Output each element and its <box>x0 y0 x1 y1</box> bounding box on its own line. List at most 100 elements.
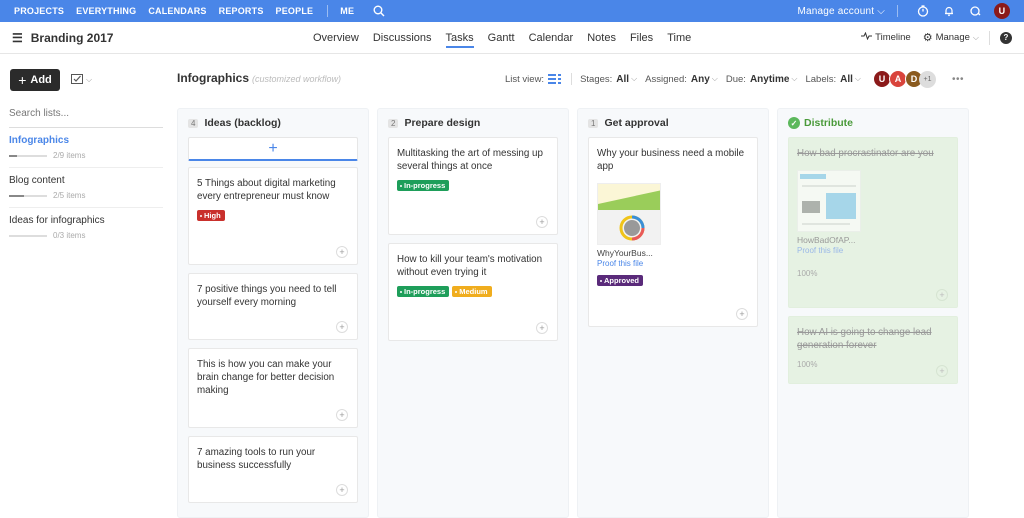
task-card[interactable]: 7 amazing tools to run your business suc… <box>188 436 358 503</box>
nav-calendars[interactable]: CALENDARS <box>148 6 206 16</box>
manage-account-menu[interactable]: Manage account ⌵ <box>797 6 885 17</box>
timeline-button[interactable]: Timeline <box>861 31 911 43</box>
timer-icon[interactable] <box>916 4 930 18</box>
sidebar-list-item[interactable]: Blog content 2/5 items <box>9 168 163 208</box>
nav-everything[interactable]: EVERYTHING <box>76 6 136 16</box>
task-title: Why your business need a mobile app <box>597 148 745 172</box>
timeline-label: Timeline <box>875 32 911 43</box>
task-card[interactable]: 7 positive things you need to tell yours… <box>188 273 358 340</box>
search-lists-input[interactable]: Search lists... <box>9 108 163 128</box>
card-add-icon[interactable]: + <box>736 308 748 320</box>
column-title: Get approval <box>604 117 669 129</box>
proof-file-link[interactable]: Proof this file <box>597 259 749 268</box>
file-name[interactable]: HowBadOfAP... <box>797 235 949 245</box>
task-card[interactable]: Multitasking the art of messing up sever… <box>388 137 558 235</box>
list-item-name: Blog content <box>9 175 65 186</box>
help-icon[interactable]: ? <box>1000 31 1012 44</box>
task-title: 7 positive things you need to tell yours… <box>197 284 337 308</box>
card-add-icon[interactable]: + <box>936 365 948 377</box>
sidebar-list-item[interactable]: Ideas for infographics 0/3 items <box>9 208 163 248</box>
tab-discussions[interactable]: Discussions <box>373 22 432 54</box>
task-filter-menu[interactable]: ⌵ <box>71 73 92 87</box>
assigned-filter[interactable]: Any <box>691 74 710 85</box>
search-icon[interactable] <box>372 4 386 18</box>
file-thumbnail[interactable] <box>597 183 661 245</box>
task-card[interactable]: How to kill your team's motivation witho… <box>388 243 558 341</box>
labels-filter[interactable]: All <box>840 74 853 85</box>
plus-icon: + <box>18 72 27 88</box>
card-add-icon[interactable]: + <box>336 246 348 258</box>
tab-overview[interactable]: Overview <box>313 22 359 54</box>
tab-gantt[interactable]: Gantt <box>488 22 515 54</box>
add-task-button[interactable]: + <box>188 137 358 161</box>
task-card[interactable]: How bad procrastinator are you HowBadOfA… <box>788 137 958 308</box>
tab-time[interactable]: Time <box>667 22 691 54</box>
manage-menu[interactable]: ⚙ Manage ⌵ <box>923 31 979 44</box>
list-view-icon[interactable] <box>548 74 562 84</box>
tab-notes[interactable]: Notes <box>587 22 616 54</box>
list-item-name: Infographics <box>9 135 70 146</box>
sidebar-list-item[interactable]: Infographics 2/9 items <box>9 128 163 168</box>
task-card[interactable]: This is how you can make your brain chan… <box>188 348 358 428</box>
nav-divider <box>897 5 898 17</box>
list-name: Infographics <box>177 71 250 85</box>
chevron-down-icon: ⌵ <box>972 32 979 42</box>
task-card[interactable]: Why your business need a mobile app WhyY… <box>588 137 758 327</box>
tab-calendar[interactable]: Calendar <box>529 22 574 54</box>
task-card[interactable]: 5 Things about digital marketing every e… <box>188 167 358 265</box>
column-header: ✓ Distribute <box>788 115 958 131</box>
plus-icon: + <box>268 139 278 157</box>
list-progress-bar <box>9 194 47 197</box>
card-add-icon[interactable]: + <box>336 484 348 496</box>
add-button[interactable]: + Add <box>10 69 60 91</box>
list-item-count: 2/9 items <box>53 151 86 160</box>
nav-people[interactable]: PEOPLE <box>276 6 314 16</box>
header-divider <box>989 30 990 45</box>
due-filter[interactable]: Anytime <box>750 74 789 85</box>
hamburger-menu-icon[interactable]: ☰ <box>12 31 23 45</box>
filters-bar: List view: Stages: All ⌵ Assigned: Any ⌵ D… <box>505 70 964 88</box>
more-members-badge[interactable]: +1 <box>918 70 936 88</box>
board-column-distribute: ✓ Distribute How bad procrastinator are … <box>777 108 969 518</box>
card-add-icon[interactable]: + <box>936 289 948 301</box>
chevron-down-icon: ⌵ <box>631 74 638 83</box>
task-card[interactable]: How AI is going to change lead generatio… <box>788 316 958 384</box>
board-column-ideas: 4 Ideas (backlog) + 5 Things about digit… <box>177 108 369 518</box>
column-count: 2 <box>388 118 399 128</box>
chevron-down-icon: ⌵ <box>791 74 798 83</box>
list-item-count: 0/3 items <box>53 231 86 240</box>
task-title: 7 amazing tools to run your business suc… <box>197 447 316 471</box>
nav-projects[interactable]: PROJECTS <box>14 6 64 16</box>
card-add-icon[interactable]: + <box>536 216 548 228</box>
card-add-icon[interactable]: + <box>536 322 548 334</box>
stages-filter[interactable]: All <box>616 74 629 85</box>
nav-me[interactable]: ME <box>340 6 354 16</box>
file-name[interactable]: WhyYourBus... <box>597 248 749 258</box>
column-header: 2 Prepare design <box>388 115 558 131</box>
column-title: Prepare design <box>404 117 481 129</box>
tab-files[interactable]: Files <box>630 22 653 54</box>
card-add-icon[interactable]: + <box>336 321 348 333</box>
card-add-icon[interactable]: + <box>336 409 348 421</box>
task-board: 4 Ideas (backlog) + 5 Things about digit… <box>177 108 977 518</box>
file-thumbnail[interactable] <box>797 170 861 232</box>
chevron-down-icon: ⌵ <box>86 75 93 84</box>
board-column-prepare-design: 2 Prepare design Multitasking the art of… <box>377 108 569 518</box>
more-options-icon[interactable]: ••• <box>952 74 964 85</box>
tab-tasks[interactable]: Tasks <box>445 22 474 54</box>
manage-account-label: Manage account <box>797 5 875 17</box>
nav-reports[interactable]: REPORTS <box>219 6 264 16</box>
user-avatar[interactable]: U <box>994 3 1010 19</box>
chevron-down-icon: ⌵ <box>854 74 861 83</box>
timeline-icon <box>861 31 873 43</box>
tag-in-progress: In-progress <box>397 286 450 297</box>
nav-divider <box>327 5 329 17</box>
project-title-menu[interactable]: ☰ Branding 2017 <box>12 31 113 45</box>
proof-file-link[interactable]: Proof this file <box>797 246 949 255</box>
project-tabs: Overview Discussions Tasks Gantt Calenda… <box>313 22 705 54</box>
chat-icon[interactable] <box>968 4 982 18</box>
column-title: Distribute <box>804 117 854 129</box>
lists-sidebar: Search lists... Infographics 2/9 items B… <box>9 108 163 248</box>
bell-icon[interactable] <box>942 4 956 18</box>
member-avatars[interactable]: U A D +1 <box>872 70 936 88</box>
